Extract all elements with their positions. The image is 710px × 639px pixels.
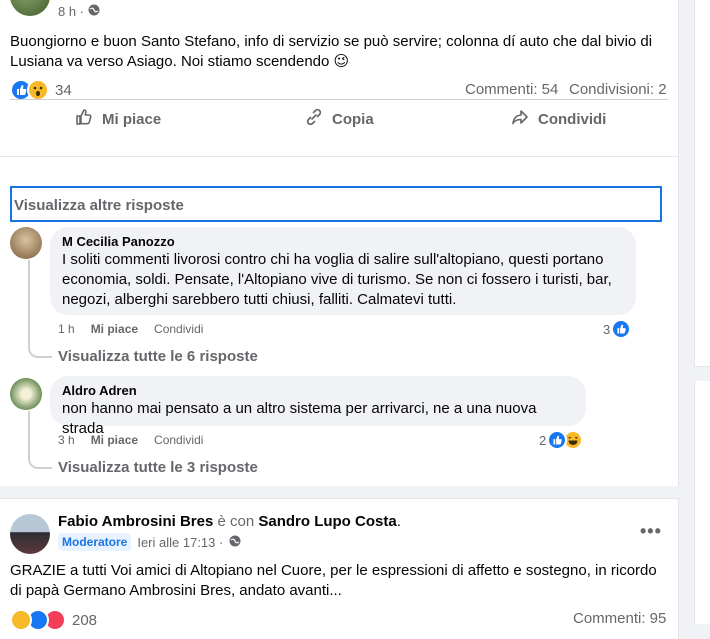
comment-reactions[interactable]: 3: [603, 319, 632, 339]
author-avatar[interactable]: [10, 0, 50, 16]
share-label: Condividi: [538, 110, 607, 128]
reactions-summary[interactable]: 208: [10, 609, 97, 631]
like-reaction-icon: [547, 430, 568, 450]
globe-icon: [88, 4, 100, 19]
thread-line: [28, 260, 52, 358]
comment-actions: 3 h Mi piace Condividi: [58, 433, 203, 447]
moderator-badge[interactable]: Moderatore: [58, 533, 132, 551]
copy-label: Copia: [332, 110, 374, 128]
reactions-count: 34: [55, 81, 72, 99]
thumb-up-icon: [74, 107, 94, 131]
like-reaction-icon: [611, 319, 632, 339]
more-dots-icon[interactable]: •••: [640, 0, 662, 7]
post-time[interactable]: 8 h ·: [58, 4, 84, 19]
header-end: .: [396, 513, 401, 530]
link-icon: [304, 107, 324, 131]
post-meta: 8 h ·: [58, 4, 100, 19]
globe-icon: [229, 535, 241, 550]
comment-actions: 1 h Mi piace Condividi: [58, 322, 203, 336]
comment-like-button[interactable]: Mi piace: [91, 322, 138, 336]
comment-text: I soliti commenti livorosi contro chi ha…: [62, 251, 612, 308]
post-text: Buongiorno e buon Santo Stefano, info di…: [10, 33, 653, 70]
share-button[interactable]: Condividi: [510, 107, 606, 131]
post-card: Fabio Ambrosini Bres è con Sandro Lupo C…: [0, 498, 679, 639]
right-sidebar-card: [694, 0, 710, 367]
comment-bubble: M Cecilia Panozzo I soliti commenti livo…: [50, 227, 636, 315]
reactions-summary[interactable]: 34: [10, 79, 72, 101]
shares-count[interactable]: Condivisioni: 2: [569, 81, 667, 98]
comment-reaction-count: 2: [539, 432, 547, 448]
view-replies-link[interactable]: Visualizza tutte le 6 risposte: [58, 348, 258, 365]
tagged-user[interactable]: Sandro Lupo Costa: [258, 513, 396, 530]
post-meta: Moderatore Ieri alle 17:13 ·: [58, 533, 241, 551]
thread-line: [28, 411, 52, 469]
with-label: è con: [217, 513, 255, 530]
post-time[interactable]: Ieri alle 17:13 ·: [137, 535, 223, 550]
post-header: Fabio Ambrosini Bres è con Sandro Lupo C…: [58, 513, 401, 530]
comment-time[interactable]: 3 h: [58, 433, 75, 447]
view-more-replies[interactable]: Visualizza altre risposte: [10, 186, 662, 222]
comment-reaction-count: 3: [603, 321, 611, 337]
comments-count[interactable]: Commenti: 54: [465, 81, 558, 98]
comment-like-button[interactable]: Mi piace: [91, 433, 138, 447]
view-replies-link[interactable]: Visualizza tutte le 3 risposte: [58, 459, 258, 476]
comment-share-button[interactable]: Condividi: [154, 322, 203, 336]
commenter-name[interactable]: M Cecilia Panozzo: [62, 234, 624, 249]
post-text: GRAZIE a tutti Voi amici di Altopiano ne…: [10, 562, 657, 599]
like-label: Mi piace: [102, 110, 162, 128]
share-arrow-icon: [510, 107, 530, 131]
care-reaction-icon: [10, 609, 32, 631]
reactions-count: 208: [72, 611, 98, 629]
post-author[interactable]: Fabio Ambrosini Bres: [58, 513, 213, 530]
commenter-avatar[interactable]: [10, 227, 42, 259]
right-sidebar-card-2: [694, 381, 710, 624]
wow-reaction-icon: [27, 79, 49, 101]
commenter-name[interactable]: Aldro Adren: [62, 383, 574, 398]
comment-time[interactable]: 1 h: [58, 322, 75, 336]
comments-count[interactable]: Commenti: 95: [573, 610, 666, 627]
post-card: 8 h · ••• Buongiorno e buon Santo Stefan…: [0, 0, 679, 157]
more-dots-icon[interactable]: •••: [640, 521, 662, 542]
comment-reactions[interactable]: 2: [539, 430, 584, 450]
comment-share-button[interactable]: Condividi: [154, 433, 203, 447]
author-avatar[interactable]: [10, 514, 50, 554]
like-button[interactable]: Mi piace: [74, 107, 161, 131]
commenter-avatar[interactable]: [10, 378, 42, 410]
comment-bubble: Aldro Adren non hanno mai pensato a un a…: [50, 376, 586, 437]
copy-button[interactable]: Copia: [304, 107, 374, 131]
divider: [10, 99, 668, 100]
